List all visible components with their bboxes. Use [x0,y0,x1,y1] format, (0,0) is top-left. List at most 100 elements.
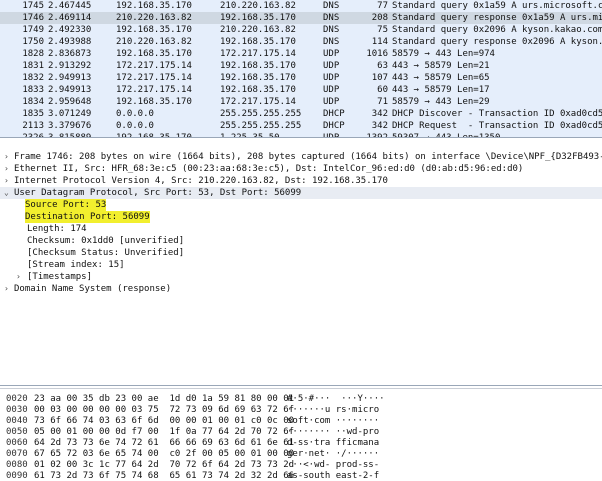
packet-dst-cell: 192.168.35.170 [220,73,296,83]
tree-row-ethernet[interactable]: › Ethernet II, Src: HFR_68:3e:c5 (00:23:… [0,163,602,175]
ethernet-summary: Ethernet II, Src: HFR_68:3e:c5 (00:23:aa… [14,164,524,174]
packet-proto-cell: DNS [323,25,340,35]
tree-row-frame[interactable]: › Frame 1746: 208 bytes on wire (1664 bi… [0,151,602,163]
packet-info-cell: Standard query 0x2096 A kyson.kakao.com [392,25,602,35]
packet-no-cell: 1750 [22,37,44,47]
packet-time-cell: 2.913292 [48,61,92,71]
packet-dst-cell: 172.217.175.14 [220,97,296,107]
packet-len-cell: 75 [377,25,388,35]
packet-len-cell: 1392 [366,133,388,138]
tree-row-ip[interactable]: › Internet Protocol Version 4, Src: 210.… [0,175,602,187]
expand-arrow-icon[interactable]: › [4,163,12,175]
packet-time-cell: 2.467445 [48,1,92,11]
packet-src-cell: 0.0.0.0 [116,109,154,119]
length-label: Length: 174 [27,224,87,234]
packet-len-cell: 60 [377,85,388,95]
packet-no-cell: 2113 [22,121,44,131]
packet-no-cell: 2326 [22,133,44,138]
packet-src-cell: 172.217.175.14 [116,61,192,71]
stream-index-label: [Stream index: 15] [27,260,125,270]
packet-dst-cell: 192.168.35.170 [220,13,296,23]
packet-src-cell: 210.220.163.82 [116,13,192,23]
packet-proto-cell: UDP [323,97,340,107]
expand-arrow-icon[interactable]: › [4,283,12,295]
expand-arrow-icon[interactable]: › [16,271,24,283]
packet-info-cell: 443 → 58579 Len=65 [392,73,490,83]
udp-field-checksum-status[interactable]: [Checksum Status: Unverified] [0,247,602,259]
checksum-label: Checksum: 0x1dd0 [unverified] [27,236,185,246]
packet-no-cell: 1745 [22,1,44,11]
udp-field-src-port[interactable]: Source Port: 53 [0,199,602,211]
timestamps-label: [Timestamps] [27,272,93,282]
collapse-arrow-icon[interactable]: ⌄ [4,187,12,199]
packet-len-cell: 1016 [366,49,388,59]
udp-field-checksum[interactable]: Checksum: 0x1dd0 [unverified] [0,235,602,247]
packet-info-cell: 58579 → 443 Len=974 [392,49,495,59]
packet-no-cell: 1831 [22,61,44,71]
packet-time-cell: 3.379676 [48,121,92,131]
expand-arrow-icon[interactable]: › [4,175,12,187]
ip-summary: Internet Protocol Version 4, Src: 210.22… [14,176,388,186]
packet-row[interactable]: 1745 2.467445 192.168.35.170 210.220.163.82… [0,0,602,12]
udp-summary: User Datagram Protocol, Src Port: 53, Ds… [14,188,302,198]
destination-port-label: Destination Port: 56099 [25,211,150,223]
packet-row[interactable]: 1833 2.949913 172.217.175.14 192.168.35.170… [0,84,602,96]
packet-row[interactable]: 1831 2.913292 172.217.175.14 192.168.35.170… [0,60,602,72]
packet-proto-cell: DNS [323,13,340,23]
packet-len-cell: 63 [377,61,388,71]
packet-proto-cell: DNS [323,1,340,11]
packet-len-cell: 342 [371,121,388,131]
packet-details-pane[interactable]: › Frame 1746: 208 bytes on wire (1664 bi… [0,139,602,386]
packet-src-cell: 172.217.175.14 [116,73,192,83]
packet-row[interactable]: 2113 3.379676 0.0.0.0 255.255.255.255 DHCP 34… [0,120,602,132]
packet-dst-cell: 192.168.35.170 [220,61,296,71]
udp-field-dst-port[interactable]: Destination Port: 56099 [0,211,602,223]
packet-info-cell: DHCP Request - Transaction ID 0xad0cd54e [392,121,602,131]
packet-info-cell: Standard query response 0x1a59 A urs.mic… [392,13,602,23]
packet-list[interactable]: 1745 2.467445 192.168.35.170 210.220.163.82… [0,0,602,138]
expand-arrow-icon[interactable]: › [4,151,12,163]
packet-row[interactable]: 1835 3.071249 0.0.0.0 255.255.255.255 DHCP 34… [0,108,602,120]
packet-dst-cell: 192.168.35.170 [220,85,296,95]
packet-no-cell: 1835 [22,109,44,119]
packet-src-cell: 192.168.35.170 [116,49,192,59]
packet-info-cell: Standard query 0x1a59 A urs.microsoft.co… [392,1,602,11]
packet-info-cell: 58579 → 443 Len=29 [392,97,490,107]
packet-time-cell: 2.493988 [48,37,92,47]
ascii-bytes: as-south east-2-f [287,471,380,481]
source-port-label: Source Port: 53 [25,199,107,211]
packet-len-cell: 114 [371,37,388,47]
packet-row[interactable]: 1834 2.959648 192.168.35.170 172.217.175.14… [0,96,602,108]
packet-info-cell: 443 → 58579 Len=17 [392,85,490,95]
packet-row[interactable]: 1832 2.949913 172.217.175.14 192.168.35.170… [0,72,602,84]
packet-len-cell: 107 [371,73,388,83]
packet-time-cell: 2.949913 [48,73,92,83]
packet-src-cell: 210.220.163.82 [116,37,192,47]
packet-info-cell: 443 → 58579 Len=21 [392,61,490,71]
packet-row[interactable]: 2326 3.815889 192.168.35.170 1.225.35.50 UDP… [0,132,602,138]
hex-bytes: 61 73 2d 73 6f 75 74 68 65 61 73 74 2d 3… [34,471,295,481]
tree-row-dns[interactable]: › Domain Name System (response) [0,283,602,295]
dns-summary: Domain Name System (response) [14,284,172,294]
udp-field-timestamps[interactable]: › [Timestamps] [0,271,602,283]
packet-bytes-pane[interactable]: 0020 23 aa 00 35 db 23 00 ae 1d d0 1a 59 … [0,388,602,481]
packet-no-cell: 1746 [22,13,44,23]
tree-row-udp[interactable]: ⌄ User Datagram Protocol, Src Port: 53, … [0,187,602,199]
packet-info-cell: DHCP Discover - Transaction ID 0xad0cd54… [392,109,602,119]
packet-info-cell: Standard query response 0x2096 A kyson.k… [392,37,602,47]
frame-summary: Frame 1746: 208 bytes on wire (1664 bits… [14,152,602,162]
packet-proto-cell: DHCP [323,121,345,131]
hex-row[interactable]: 0090 61 73 2d 73 6f 75 74 68 65 61 73 74 … [0,470,602,481]
packet-time-cell: 2.949913 [48,85,92,95]
packet-row[interactable]: 1828 2.836873 192.168.35.170 172.217.175.14… [0,48,602,60]
packet-row[interactable]: 1746 2.469114 210.220.163.82 192.168.35.170… [0,12,602,24]
packet-dst-cell: 172.217.175.14 [220,49,296,59]
udp-field-stream-index[interactable]: [Stream index: 15] [0,259,602,271]
packet-dst-cell: 210.220.163.82 [220,25,296,35]
packet-src-cell: 192.168.35.170 [116,25,192,35]
packet-row[interactable]: 1750 2.493988 210.220.163.82 192.168.35.170… [0,36,602,48]
udp-field-length[interactable]: Length: 174 [0,223,602,235]
packet-proto-cell: UDP [323,61,340,71]
packet-row[interactable]: 1749 2.492330 192.168.35.170 210.220.163.82… [0,24,602,36]
packet-no-cell: 1832 [22,73,44,83]
